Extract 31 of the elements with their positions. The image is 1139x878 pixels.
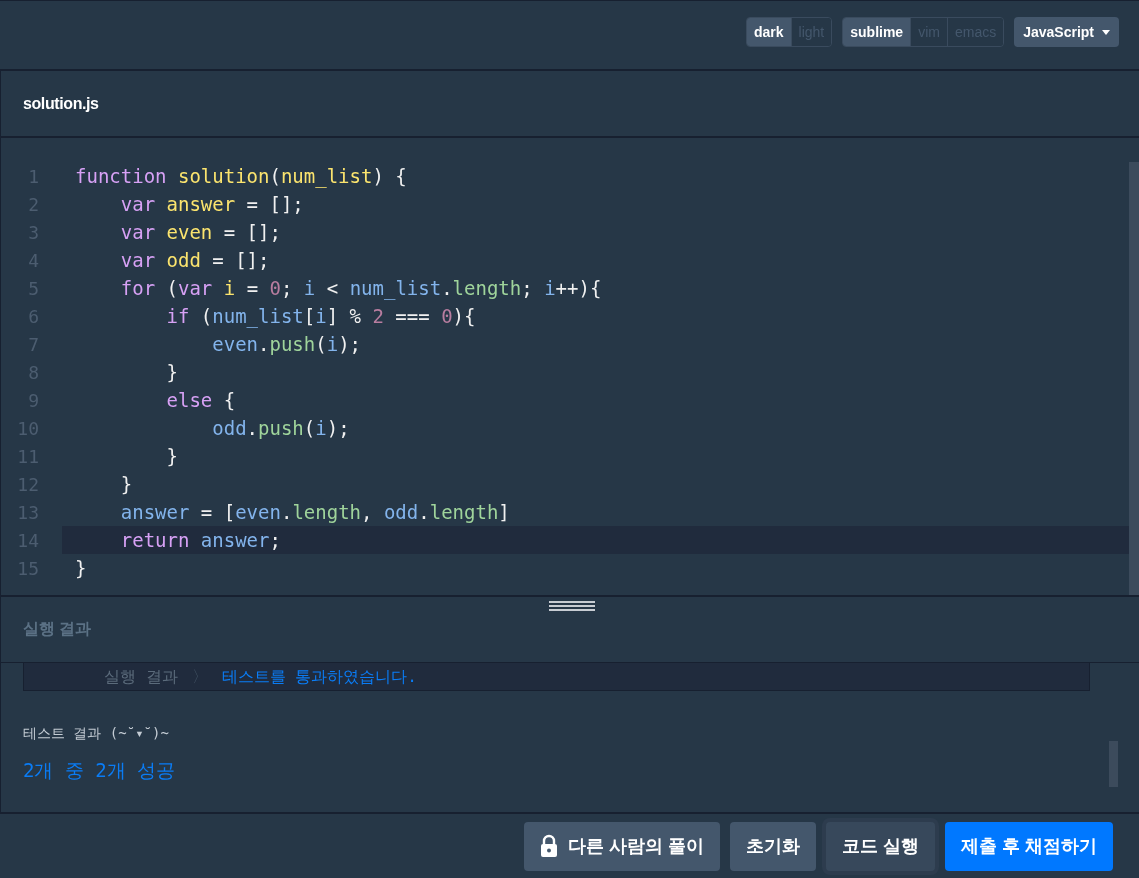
code-line: else { xyxy=(165,388,237,413)
separator: 〉 xyxy=(191,665,208,688)
test-summary: 2개 중 2개 성공 xyxy=(23,758,176,783)
output-label: 실행 결과 xyxy=(104,665,178,688)
code-line: var odd = []; xyxy=(119,248,271,273)
code-line: for (var i = 0; i < num_list.length; i++){ xyxy=(119,276,603,302)
code-line: var even = []; xyxy=(119,220,282,245)
toggle-option[interactable]: dark xyxy=(747,18,791,46)
scrollbar[interactable] xyxy=(1129,162,1139,595)
test-result-heading: 테스트 결과 (~˘▾˘)~ xyxy=(23,724,170,743)
lock-icon xyxy=(539,834,558,858)
output-message: 테스트를 통과하였습니다. xyxy=(221,665,417,688)
action-button[interactable]: 다른 사람의 풀이 xyxy=(523,821,720,871)
resize-handle[interactable] xyxy=(549,600,595,612)
code-line: } xyxy=(165,360,179,385)
code-line: function solution(num_list) { xyxy=(74,164,408,190)
file-tab-title[interactable]: solution.js xyxy=(23,91,99,116)
code-line: } xyxy=(119,472,134,497)
results-title: 실행 결과 xyxy=(23,619,93,639)
code-line: odd.push(i); xyxy=(211,416,351,441)
code-line: var answer = []; xyxy=(119,192,305,217)
toggle-option[interactable]: sublime xyxy=(843,18,911,46)
code-line: if (num_list[i] % 2 === 0){ xyxy=(165,304,477,330)
action-button[interactable]: 초기화 xyxy=(729,821,816,871)
action-button[interactable]: 제출 후 채점하기 xyxy=(945,821,1113,871)
code-line: even.push(i); xyxy=(211,332,363,357)
code-line: } xyxy=(74,556,88,581)
caret-icon xyxy=(1102,29,1110,35)
code-line: answer = [even.length, odd.length] xyxy=(119,500,511,525)
language-dropdown[interactable]: JavaScript xyxy=(1014,17,1119,47)
code-line: } xyxy=(165,444,179,469)
